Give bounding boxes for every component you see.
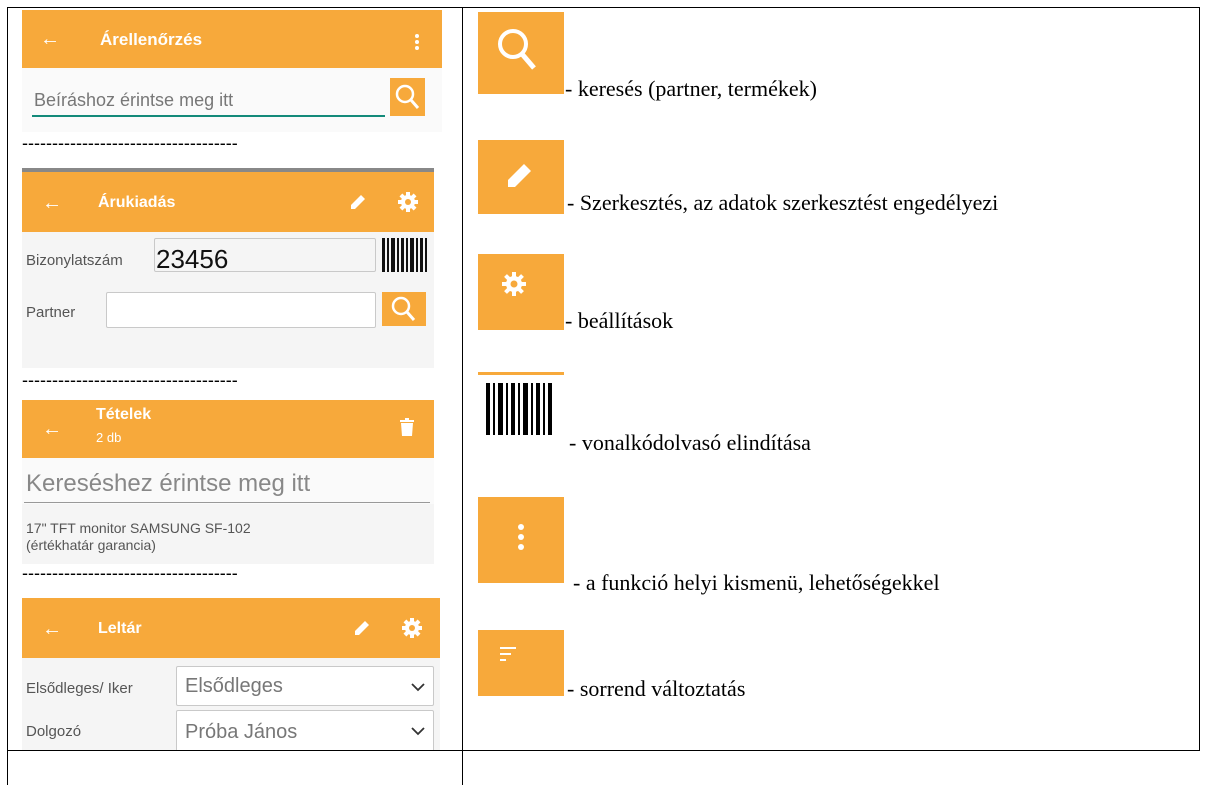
app-bar: ← Árukiadás — [22, 172, 434, 232]
back-arrow-icon[interactable]: ← — [42, 418, 62, 441]
search-underline — [24, 502, 430, 503]
legend-kebab-text: - a funkció helyi kismenü, lehetőségekke… — [573, 570, 940, 595]
barcode-icon — [486, 383, 552, 435]
legend-gear-text: - beállítások — [565, 308, 674, 333]
legend-pencil-tile — [478, 140, 564, 214]
barcode-icon[interactable] — [382, 238, 430, 277]
app-bar: ← Tételek 2 db — [22, 400, 434, 458]
legend-search-text: - keresés (partner, termékek) — [565, 76, 817, 101]
gear-icon — [502, 272, 526, 296]
screen-title: Árukiadás — [98, 194, 176, 211]
partner-search-button[interactable] — [382, 292, 426, 326]
separator: ------------------------------------ — [22, 370, 238, 390]
screen-title: Tételek — [96, 406, 152, 423]
legend-gear-tile — [478, 254, 564, 330]
search-input[interactable]: Beíráshoz érintse meg itt — [34, 90, 233, 111]
legend-pencil-text: - Szerkesztés, az adatok szerkesztést en… — [567, 190, 999, 215]
pencil-icon — [508, 164, 531, 187]
chevron-down-icon — [411, 723, 425, 741]
table-border-row — [7, 750, 1199, 751]
pencil-icon[interactable] — [352, 618, 372, 643]
search-underline — [32, 115, 385, 117]
legend-barcode-tile — [478, 372, 564, 457]
worker-label: Dolgozó — [26, 723, 82, 740]
partner-input[interactable] — [106, 292, 376, 328]
worker-select-value: Próba János — [185, 721, 298, 743]
items-search-input[interactable]: Kereséshez érintse meg itt — [26, 470, 310, 498]
item-count: 2 db — [96, 430, 122, 445]
goods-issue-screen: ← Árukiadás Bizonylatszám 23456 Partner — [22, 168, 434, 368]
trash-icon[interactable] — [400, 418, 414, 441]
table-border-left — [7, 7, 8, 785]
type-select-value: Elsődleges — [185, 675, 283, 697]
type-label: Elsődleges/ Iker — [26, 680, 133, 697]
legend-search-tile — [478, 12, 564, 94]
screen-title: Árellenőrzés — [100, 30, 203, 49]
type-select[interactable]: Elsődleges — [176, 666, 434, 706]
back-arrow-icon[interactable]: ← — [40, 28, 60, 51]
screen-title: Leltár — [98, 620, 142, 637]
table-border-right — [1199, 7, 1200, 751]
worker-select[interactable]: Próba János — [176, 710, 434, 750]
legend-sort-text: - sorrend változtatás — [567, 676, 746, 701]
doc-number-field-frame — [154, 238, 376, 272]
pencil-icon[interactable] — [348, 192, 368, 217]
item-line-2: (értékhatár garancia) — [26, 537, 156, 553]
inventory-screen: ← Leltár Elsődleges/ Iker Elsődleges Dol… — [22, 598, 440, 750]
separator: ------------------------------------ — [22, 563, 238, 583]
app-bar: ← Árellenőrzés — [22, 10, 442, 68]
gear-icon[interactable] — [398, 192, 418, 217]
search-icon — [498, 29, 536, 70]
gear-icon[interactable] — [402, 618, 422, 643]
back-arrow-icon[interactable]: ← — [42, 192, 62, 215]
sort-icon — [500, 647, 516, 661]
search-button[interactable] — [390, 78, 425, 116]
item-line-1: 17" TFT monitor SAMSUNG SF-102 — [26, 520, 251, 536]
price-check-screen: ← Árellenőrzés Beíráshoz érintse meg itt — [22, 10, 442, 132]
doc-number-label: Bizonylatszám — [26, 252, 123, 269]
items-screen: ← Tételek 2 db Kereséshez érintse meg it… — [22, 400, 434, 564]
table-border-middle — [462, 7, 463, 785]
kebab-menu-icon — [518, 524, 524, 550]
partner-label: Partner — [26, 304, 76, 321]
app-bar: ← Leltár — [22, 598, 440, 658]
legend-barcode-text: - vonalkódolvasó elindítása — [569, 430, 811, 455]
kebab-menu-icon[interactable] — [414, 34, 420, 55]
back-arrow-icon[interactable]: ← — [42, 618, 62, 641]
legend-sort-tile — [478, 630, 564, 696]
search-icon — [391, 296, 416, 321]
legend-kebab-tile — [478, 497, 564, 583]
table-border-top — [7, 7, 1199, 8]
chevron-down-icon — [411, 679, 425, 697]
search-icon — [395, 84, 420, 109]
separator: ------------------------------------ — [22, 133, 238, 153]
